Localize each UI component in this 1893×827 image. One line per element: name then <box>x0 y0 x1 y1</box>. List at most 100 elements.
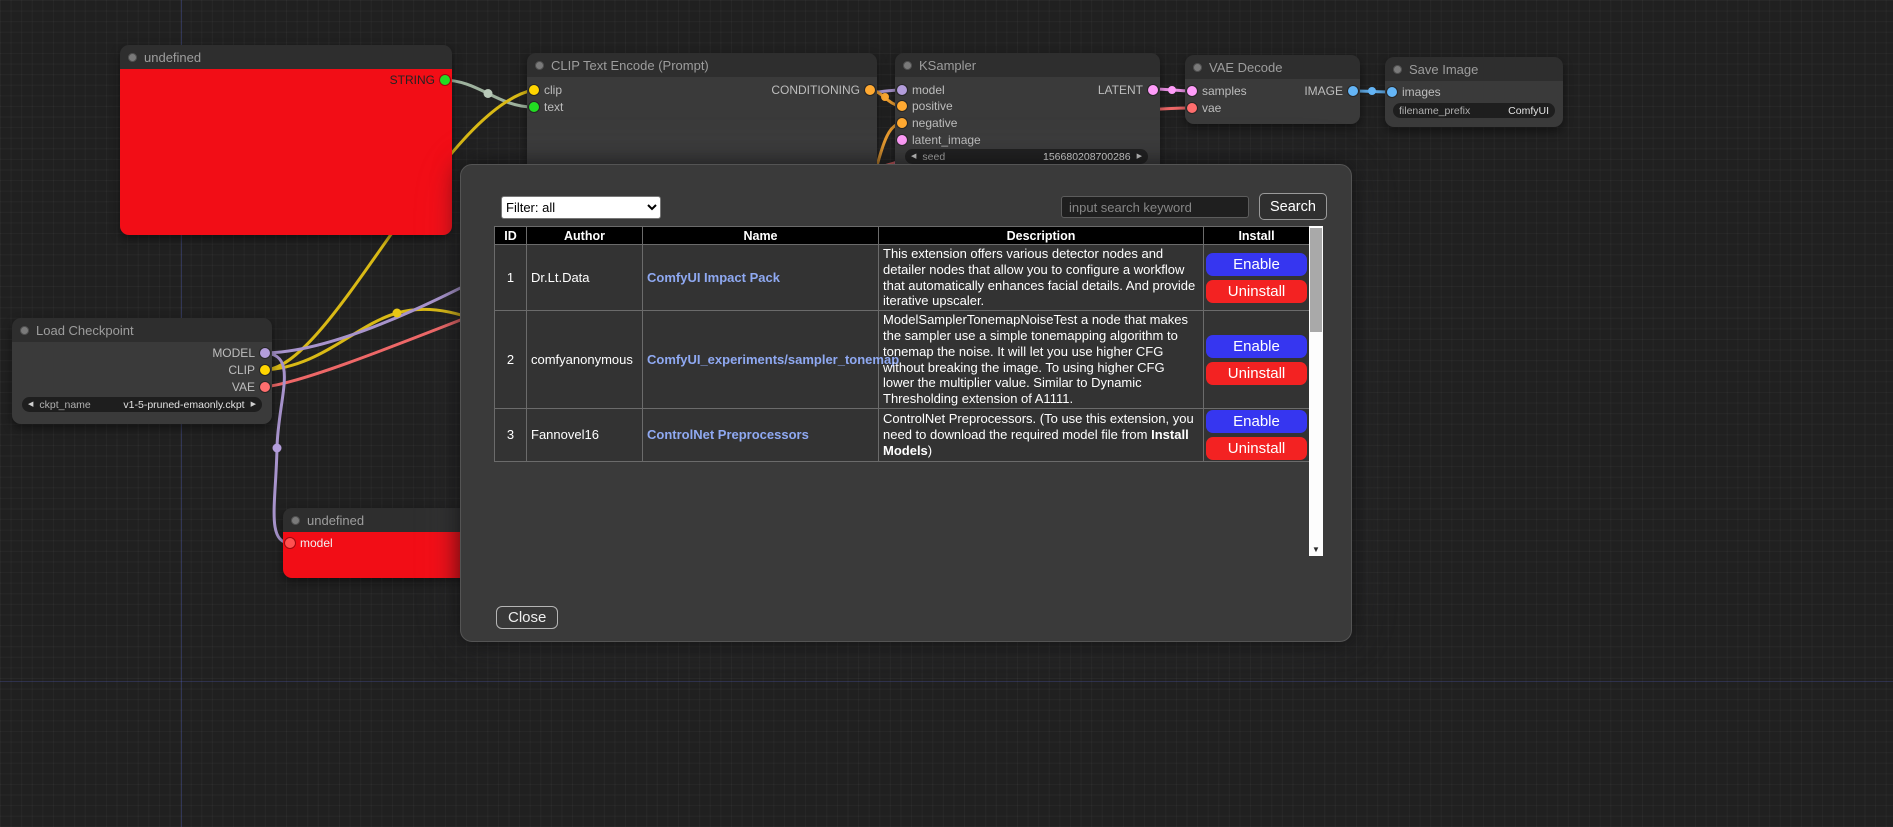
decrement-arrow-icon[interactable]: ◀ <box>911 149 916 164</box>
node-collapse-dot-icon[interactable] <box>1393 65 1402 74</box>
output-slot-model[interactable]: MODEL <box>212 346 270 360</box>
enable-button[interactable]: Enable <box>1206 410 1307 433</box>
node-title-bar[interactable]: KSampler <box>895 53 1160 77</box>
extension-table: ID Author Name Description Install 1 Dr.… <box>494 226 1310 462</box>
node-title-bar[interactable]: undefined <box>120 45 452 69</box>
node-title-bar[interactable]: VAE Decode <box>1185 55 1360 79</box>
slot-label: model <box>300 536 333 550</box>
uninstall-button[interactable]: Uninstall <box>1206 437 1307 460</box>
next-arrow-icon[interactable]: ▶ <box>251 397 256 412</box>
conditioning-slot-dot-icon[interactable] <box>897 118 907 128</box>
node-undefined-top[interactable]: undefined STRING <box>120 45 452 235</box>
conditioning-slot-dot-icon[interactable] <box>897 101 907 111</box>
node-collapse-dot-icon[interactable] <box>535 61 544 70</box>
model-slot-dot-icon[interactable] <box>260 348 270 358</box>
output-slot-string[interactable]: STRING <box>390 73 450 87</box>
input-slot-vae[interactable]: vae <box>1187 101 1221 115</box>
cell-name: ComfyUI_experiments/sampler_tonemap <box>643 311 879 409</box>
node-clip-text-encode[interactable]: CLIP Text Encode (Prompt) clip text COND… <box>527 53 877 177</box>
node-load-checkpoint[interactable]: Load Checkpoint MODEL CLIP VAE ◀ ckpt_na… <box>12 318 272 424</box>
scrollbar-down-arrow-icon[interactable]: ▼ <box>1309 542 1323 556</box>
output-slot-conditioning[interactable]: CONDITIONING <box>771 83 875 97</box>
input-slot-latent-image[interactable]: latent_image <box>897 133 981 147</box>
slot-label: clip <box>544 83 562 97</box>
column-header-author: Author <box>527 227 643 245</box>
input-slot-clip[interactable]: clip <box>529 83 562 97</box>
node-title-bar[interactable]: CLIP Text Encode (Prompt) <box>527 53 877 77</box>
extension-link[interactable]: ComfyUI Impact Pack <box>647 270 780 285</box>
vae-slot-dot-icon[interactable] <box>260 382 270 392</box>
input-slot-model[interactable]: model <box>285 536 333 550</box>
cell-description: ModelSamplerTonemapNoiseTest a node that… <box>879 311 1204 409</box>
table-row: 3 Fannovel16 ControlNet Preprocessors Co… <box>495 408 1310 461</box>
node-vae-decode[interactable]: VAE Decode samples vae IMAGE <box>1185 55 1360 124</box>
filename-prefix-widget[interactable]: filename_prefix ComfyUI <box>1393 103 1555 118</box>
ckpt-name-widget[interactable]: ◀ ckpt_name v1-5-pruned-emaonly.ckpt ▶ <box>22 397 262 412</box>
input-slot-text[interactable]: text <box>529 100 563 114</box>
increment-arrow-icon[interactable]: ▶ <box>1137 149 1142 164</box>
extension-table-container[interactable]: ID Author Name Description Install 1 Dr.… <box>494 226 1323 556</box>
node-ksampler[interactable]: KSampler model positive negative latent_… <box>895 53 1160 177</box>
input-slot-model[interactable]: model <box>897 83 945 97</box>
vae-slot-dot-icon[interactable] <box>1187 103 1197 113</box>
widget-value: v1-5-pruned-emaonly.ckpt <box>123 399 244 411</box>
conditioning-slot-dot-icon[interactable] <box>865 85 875 95</box>
extension-link[interactable]: ControlNet Preprocessors <box>647 427 809 442</box>
slot-label: IMAGE <box>1304 84 1343 98</box>
input-slot-images[interactable]: images <box>1387 85 1441 99</box>
node-title-bar[interactable]: Load Checkpoint <box>12 318 272 342</box>
canvas-axis-horizontal <box>0 681 1893 682</box>
node-collapse-dot-icon[interactable] <box>128 53 137 62</box>
slot-label: MODEL <box>212 346 255 360</box>
image-slot-dot-icon[interactable] <box>1387 87 1397 97</box>
node-collapse-dot-icon[interactable] <box>291 516 300 525</box>
cell-id: 3 <box>495 408 527 461</box>
output-slot-image[interactable]: IMAGE <box>1304 84 1358 98</box>
slot-label: CONDITIONING <box>771 83 860 97</box>
slot-label: text <box>544 100 563 114</box>
input-slot-positive[interactable]: positive <box>897 99 953 113</box>
column-header-description: Description <box>879 227 1204 245</box>
previous-arrow-icon[interactable]: ◀ <box>28 397 33 412</box>
slot-label: LATENT <box>1098 83 1143 97</box>
uninstall-button[interactable]: Uninstall <box>1206 280 1307 303</box>
table-scrollbar[interactable]: ▼ <box>1309 226 1323 556</box>
latent-slot-dot-icon[interactable] <box>1187 86 1197 96</box>
clip-slot-dot-icon[interactable] <box>260 365 270 375</box>
input-slot-samples[interactable]: samples <box>1187 84 1247 98</box>
node-collapse-dot-icon[interactable] <box>903 61 912 70</box>
filter-select[interactable]: Filter: all <box>501 196 661 219</box>
image-slot-dot-icon[interactable] <box>1348 86 1358 96</box>
wire-string-to-text <box>443 80 533 107</box>
node-collapse-dot-icon[interactable] <box>20 326 29 335</box>
clip-slot-dot-icon[interactable] <box>529 85 539 95</box>
search-input[interactable] <box>1061 196 1249 218</box>
node-collapse-dot-icon[interactable] <box>1193 63 1202 72</box>
output-slot-latent[interactable]: LATENT <box>1098 83 1158 97</box>
latent-slot-dot-icon[interactable] <box>897 135 907 145</box>
cell-description: ControlNet Preprocessors. (To use this e… <box>879 408 1204 461</box>
close-button[interactable]: Close <box>496 606 558 629</box>
model-slot-dot-icon[interactable] <box>897 85 907 95</box>
search-button[interactable]: Search <box>1259 193 1327 220</box>
cell-description: This extension offers various detector n… <box>879 245 1204 311</box>
cell-install: Enable Uninstall <box>1204 408 1310 461</box>
scrollbar-thumb[interactable] <box>1310 228 1322 332</box>
uninstall-button[interactable]: Uninstall <box>1206 362 1307 385</box>
graph-canvas[interactable]: undefined STRING CLIP Text Encode (Promp… <box>0 0 1893 827</box>
node-save-image[interactable]: Save Image images filename_prefix ComfyU… <box>1385 57 1563 127</box>
extension-link[interactable]: ComfyUI_experiments/sampler_tonemap <box>647 352 899 367</box>
enable-button[interactable]: Enable <box>1206 253 1307 276</box>
output-slot-clip[interactable]: CLIP <box>228 363 270 377</box>
widget-value: 156680208700286 <box>1043 151 1131 163</box>
seed-widget[interactable]: ◀ seed 156680208700286 ▶ <box>905 149 1148 164</box>
output-slot-vae[interactable]: VAE <box>232 380 270 394</box>
model-slot-dot-icon[interactable] <box>285 538 295 548</box>
latent-slot-dot-icon[interactable] <box>1148 85 1158 95</box>
input-slot-negative[interactable]: negative <box>897 116 957 130</box>
enable-button[interactable]: Enable <box>1206 335 1307 358</box>
node-title: undefined <box>144 50 201 65</box>
string-slot-dot-icon[interactable] <box>440 75 450 85</box>
node-title-bar[interactable]: Save Image <box>1385 57 1563 81</box>
string-slot-dot-icon[interactable] <box>529 102 539 112</box>
